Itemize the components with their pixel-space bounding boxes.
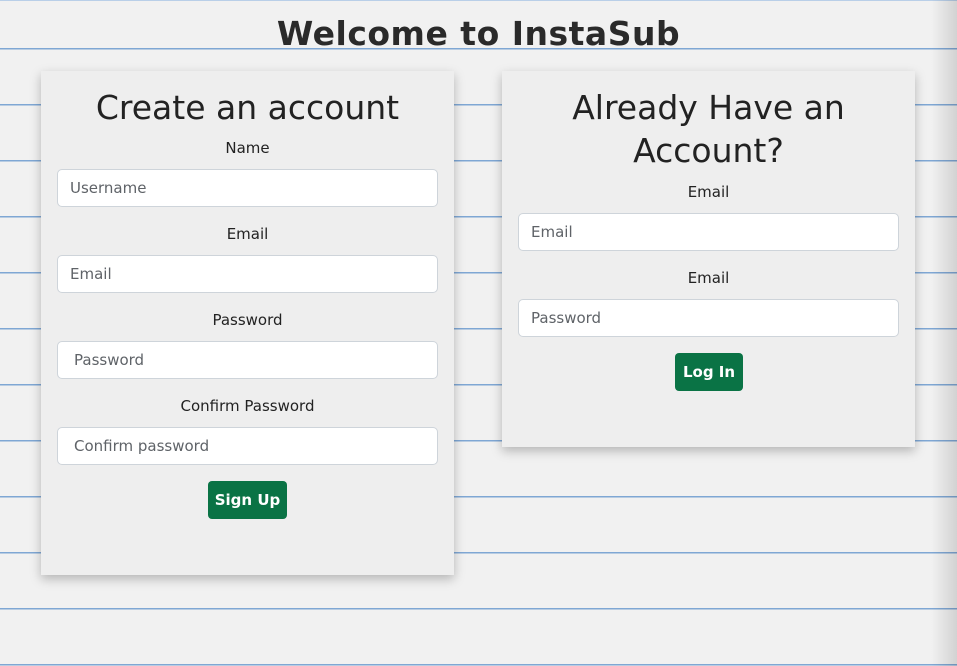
login-password-label: Email bbox=[687, 269, 730, 287]
login-heading: Already Have an Account? bbox=[502, 86, 915, 172]
name-label: Name bbox=[225, 139, 270, 157]
log-in-button[interactable]: Log In bbox=[675, 353, 743, 391]
page-title: Welcome to InstaSub bbox=[276, 14, 681, 53]
signup-email-label: Email bbox=[226, 225, 269, 243]
confirm-password-label: Confirm Password bbox=[180, 397, 315, 415]
signup-heading: Create an account bbox=[95, 88, 400, 127]
username-input[interactable] bbox=[57, 169, 438, 207]
login-email-input[interactable] bbox=[518, 213, 899, 251]
login-heading-line1: Already Have an bbox=[572, 88, 845, 127]
signup-password-label: Password bbox=[212, 311, 283, 329]
confirm-password-input[interactable] bbox=[57, 427, 438, 465]
login-heading-line2: Account? bbox=[633, 131, 784, 170]
signup-password-input[interactable] bbox=[57, 341, 438, 379]
login-password-input[interactable] bbox=[518, 299, 899, 337]
top-divider bbox=[0, 0, 957, 1]
login-card: Already Have an Account? Email Email Log… bbox=[502, 71, 915, 447]
page-edge-shadow bbox=[931, 0, 957, 666]
sign-up-button[interactable]: Sign Up bbox=[208, 481, 287, 519]
login-email-label: Email bbox=[687, 183, 730, 201]
signup-email-input[interactable] bbox=[57, 255, 438, 293]
signup-card: Create an account Name Email Password Co… bbox=[41, 71, 454, 575]
